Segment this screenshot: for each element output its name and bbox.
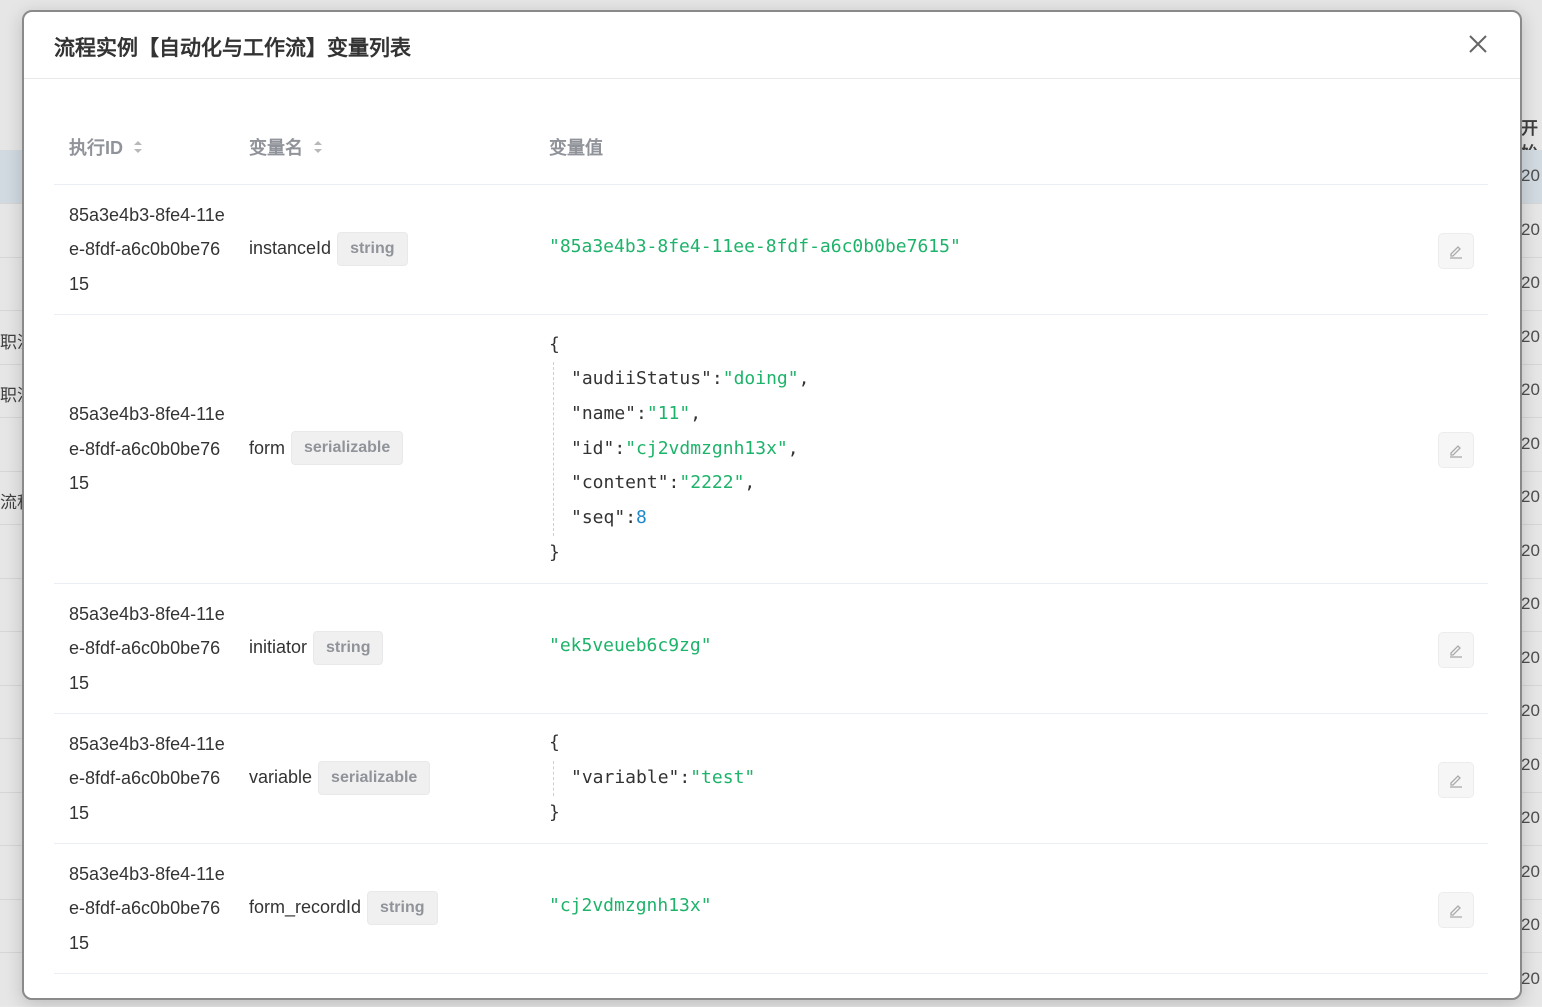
variable-list-dialog: 流程实例【自动化与工作流】变量列表 执行ID 变量名 变量值 85a3e4b3-… — [22, 10, 1522, 1000]
var-name-cell: instanceId string — [249, 231, 408, 266]
table-header: 执行ID 变量名 变量值 — [54, 112, 1488, 185]
json-value: "2222" — [679, 472, 745, 494]
table-row: 85a3e4b3-8fe4-11ee-8fdf-a6c0b0be7615 inst… — [54, 185, 1488, 315]
edit-icon — [1450, 245, 1462, 259]
var-name-cell: form serializable — [249, 431, 404, 465]
json-value: "cj2vdmzgnh13x" — [625, 437, 788, 459]
json-key: "variable" — [571, 767, 680, 789]
exec-id-cell: 85a3e4b3-8fe4-11ee-8fdf-a6c0b0be7615 — [69, 863, 225, 953]
var-name: form — [249, 437, 285, 458]
var-name: variable — [249, 767, 313, 787]
var-value-cell: "85a3e4b3-8fe4-11ee-8fdf-a6c0b0be7615" — [549, 236, 961, 257]
json-value: 8 — [636, 506, 647, 528]
var-type-tag: serializable — [318, 760, 431, 795]
edit-icon — [1450, 774, 1462, 788]
table-row: 85a3e4b3-8fe4-11ee-8fdf-a6c0b0be7615 form… — [54, 315, 1488, 584]
sort-icon — [134, 141, 142, 153]
json-key: "audiiStatus" — [571, 368, 712, 390]
edit-icon — [1450, 644, 1462, 658]
close-icon — [1469, 35, 1487, 53]
var-name: initiator — [249, 637, 308, 657]
exec-id-cell: 85a3e4b3-8fe4-11ee-8fdf-a6c0b0be7615 — [69, 733, 225, 823]
close-button[interactable] — [1466, 32, 1490, 56]
json-value: "test" — [690, 767, 756, 789]
json-body: "audiiStatus":"doing", "name":"11", "id":"… — [553, 362, 810, 536]
json-entry: "seq":8 — [571, 506, 647, 528]
json-key: "id" — [571, 437, 615, 459]
var-name-cell: form_recordId string — [249, 890, 438, 925]
json-close-brace: } — [549, 801, 560, 823]
string-value: "85a3e4b3-8fe4-11ee-8fdf-a6c0b0be7615" — [549, 235, 961, 257]
var-value-cell: { "variable":"test"} — [549, 726, 755, 830]
json-value: "doing" — [722, 368, 799, 390]
table-body: 85a3e4b3-8fe4-11ee-8fdf-a6c0b0be7615 inst… — [54, 185, 1488, 974]
dialog-title: 流程实例【自动化与工作流】变量列表 — [54, 37, 411, 60]
json-open-brace: { — [549, 732, 560, 754]
json-key: "content" — [571, 472, 669, 494]
var-value-cell: "cj2vdmzgnh13x" — [549, 895, 712, 916]
json-open-brace: { — [549, 333, 560, 355]
exec-id-cell: 85a3e4b3-8fe4-11ee-8fdf-a6c0b0be7615 — [69, 204, 225, 294]
string-value: "cj2vdmzgnh13x" — [549, 894, 712, 916]
json-body: "variable":"test" — [553, 761, 755, 796]
edit-button[interactable] — [1438, 232, 1474, 269]
var-value-cell: "ek5veueb6c9zg" — [549, 635, 712, 656]
var-name-cell: variable serializable — [249, 760, 431, 795]
string-value: "ek5veueb6c9zg" — [549, 634, 712, 656]
column-header-var-name[interactable]: 变量名 — [249, 134, 323, 160]
column-header-exec-id[interactable]: 执行ID — [69, 134, 143, 160]
json-entry: "content":"2222", — [571, 472, 756, 494]
json-entry: "id":"cj2vdmzgnh13x", — [571, 437, 799, 459]
edit-icon — [1450, 904, 1462, 918]
json-entry: "audiiStatus":"doing", — [571, 368, 810, 390]
var-name-cell: initiator string — [249, 630, 384, 665]
json-close-brace: } — [549, 541, 560, 563]
var-type-tag: string — [367, 890, 438, 925]
var-name: form_recordId — [249, 897, 362, 917]
edit-icon — [1450, 445, 1462, 458]
table-row: 85a3e4b3-8fe4-11ee-8fdf-a6c0b0be7615 init… — [54, 584, 1488, 714]
edit-button[interactable] — [1438, 761, 1474, 798]
json-key: "name" — [571, 402, 637, 424]
exec-id-cell: 85a3e4b3-8fe4-11ee-8fdf-a6c0b0be7615 — [69, 603, 225, 693]
var-name: instanceId — [249, 238, 332, 258]
var-type-tag: string — [313, 630, 384, 665]
dialog-header: 流程实例【自动化与工作流】变量列表 — [24, 12, 1520, 79]
json-value: "11" — [646, 402, 691, 424]
var-type-tag: serializable — [291, 431, 404, 465]
edit-button[interactable] — [1438, 891, 1474, 928]
json-key: "seq" — [571, 506, 626, 528]
table-row: 85a3e4b3-8fe4-11ee-8fdf-a6c0b0be7615 form… — [54, 844, 1488, 974]
var-type-tag: string — [337, 231, 408, 266]
json-entry: "name":"11", — [571, 402, 702, 424]
edit-button[interactable] — [1438, 432, 1474, 468]
var-value-cell: { "audiiStatus":"doing", "name":"11", "id":… — [549, 328, 809, 571]
edit-button[interactable] — [1438, 631, 1474, 668]
column-header-var-value: 变量值 — [549, 138, 603, 158]
variables-table: 执行ID 变量名 变量值 85a3e4b3-8fe4-11ee-8fdf-a6c… — [54, 112, 1488, 974]
table-row: 85a3e4b3-8fe4-11ee-8fdf-a6c0b0be7615 vari… — [54, 714, 1488, 844]
json-entry: "variable":"test" — [571, 767, 756, 789]
sort-icon — [314, 141, 322, 153]
exec-id-cell: 85a3e4b3-8fe4-11ee-8fdf-a6c0b0be7615 — [69, 404, 225, 494]
